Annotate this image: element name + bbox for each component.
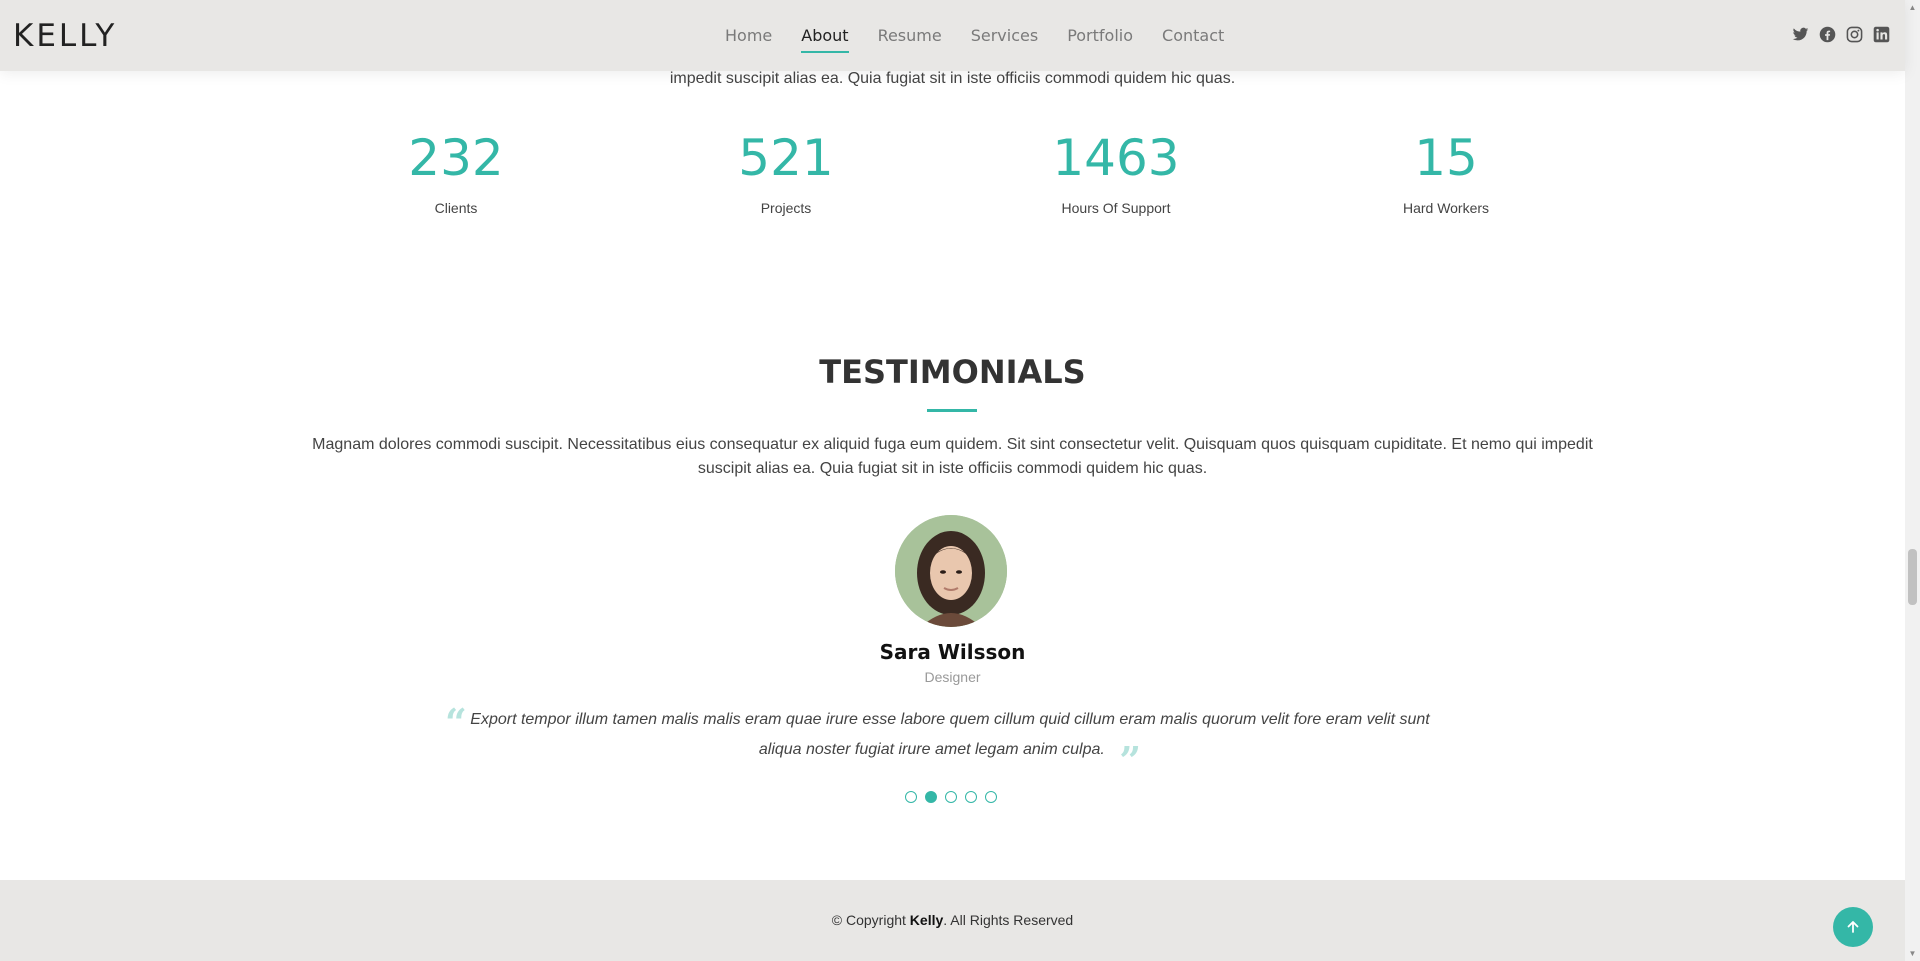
- count-label: Projects: [760, 200, 812, 216]
- scroll-up-arrow-icon[interactable]: ▲: [1905, 0, 1920, 15]
- linkedin-icon[interactable]: [1873, 26, 1890, 43]
- quote-text: Export tempor illum tamen malis malis er…: [470, 711, 1430, 758]
- pagination-dot-1[interactable]: [905, 791, 917, 803]
- pagination-dot-3[interactable]: [945, 791, 957, 803]
- copyright-brand: Kelly: [909, 912, 944, 928]
- site-header: KELLY Home About Resume Services Portfol…: [0, 0, 1905, 71]
- logo[interactable]: KELLY: [13, 18, 117, 54]
- testimonial-quote: “ Export tempor illum tamen malis malis …: [445, 700, 1430, 783]
- count-hard-workers: 15 Hard Workers: [1296, 128, 1596, 216]
- count-label: Clients: [434, 200, 478, 216]
- pagination-dot-4[interactable]: [965, 791, 977, 803]
- testimonial-photo: [895, 515, 1007, 627]
- social-links: [1792, 26, 1890, 43]
- nav-portfolio[interactable]: Portfolio: [1067, 26, 1133, 45]
- count-value: 521: [738, 129, 834, 187]
- arrow-up-icon: [1847, 921, 1859, 933]
- testimonial-pagination: [905, 791, 997, 803]
- copyright-suffix: . All Rights Reserved: [943, 912, 1074, 928]
- nav-home[interactable]: Home: [725, 26, 772, 45]
- count-label: Hours Of Support: [1061, 200, 1171, 216]
- scrollbar-thumb[interactable]: [1908, 549, 1917, 605]
- testimonial-role: Designer: [924, 669, 981, 685]
- count-projects: 521 Projects: [636, 128, 936, 216]
- nav-contact[interactable]: Contact: [1162, 26, 1224, 45]
- copyright-text: © Copyright Kelly. All Rights Reserved: [0, 912, 1905, 928]
- pagination-dot-2[interactable]: [925, 791, 937, 803]
- twitter-icon[interactable]: [1792, 26, 1809, 43]
- page-scrollbar[interactable]: ▲ ▼: [1905, 0, 1920, 961]
- nav-about[interactable]: About: [801, 26, 849, 53]
- count-label: Hard Workers: [1402, 200, 1490, 216]
- instagram-icon[interactable]: [1846, 26, 1863, 43]
- site-footer: © Copyright Kelly. All Rights Reserved: [0, 880, 1905, 961]
- title-underline: [927, 409, 977, 412]
- counts-section: 232 Clients 521 Projects 1463 Hours Of S…: [0, 128, 1905, 228]
- count-value: 232: [408, 129, 504, 187]
- count-value: 1463: [1052, 129, 1180, 187]
- back-to-top-button[interactable]: [1833, 907, 1873, 947]
- count-hours-support: 1463 Hours Of Support: [966, 128, 1266, 216]
- count-clients: 232 Clients: [306, 128, 606, 216]
- about-intro-text: impedit suscipit alias ea. Quia fugiat s…: [669, 70, 1236, 87]
- testimonial-name: Sara Wilsson: [879, 640, 1026, 664]
- section-description: Magnam dolores commodi suscipit. Necessi…: [312, 436, 1593, 477]
- nav-resume[interactable]: Resume: [878, 26, 942, 45]
- main-nav: Home About Resume Services Portfolio Con…: [725, 0, 1224, 71]
- section-title: TESTIMONIALS: [819, 353, 1086, 391]
- copyright-prefix: © Copyright: [831, 912, 910, 928]
- pagination-dot-5[interactable]: [985, 791, 997, 803]
- scroll-down-arrow-icon[interactable]: ▼: [1905, 946, 1920, 961]
- count-value: 15: [1414, 129, 1478, 187]
- avatar: [895, 515, 1007, 627]
- facebook-icon[interactable]: [1819, 26, 1836, 43]
- nav-services[interactable]: Services: [971, 26, 1038, 45]
